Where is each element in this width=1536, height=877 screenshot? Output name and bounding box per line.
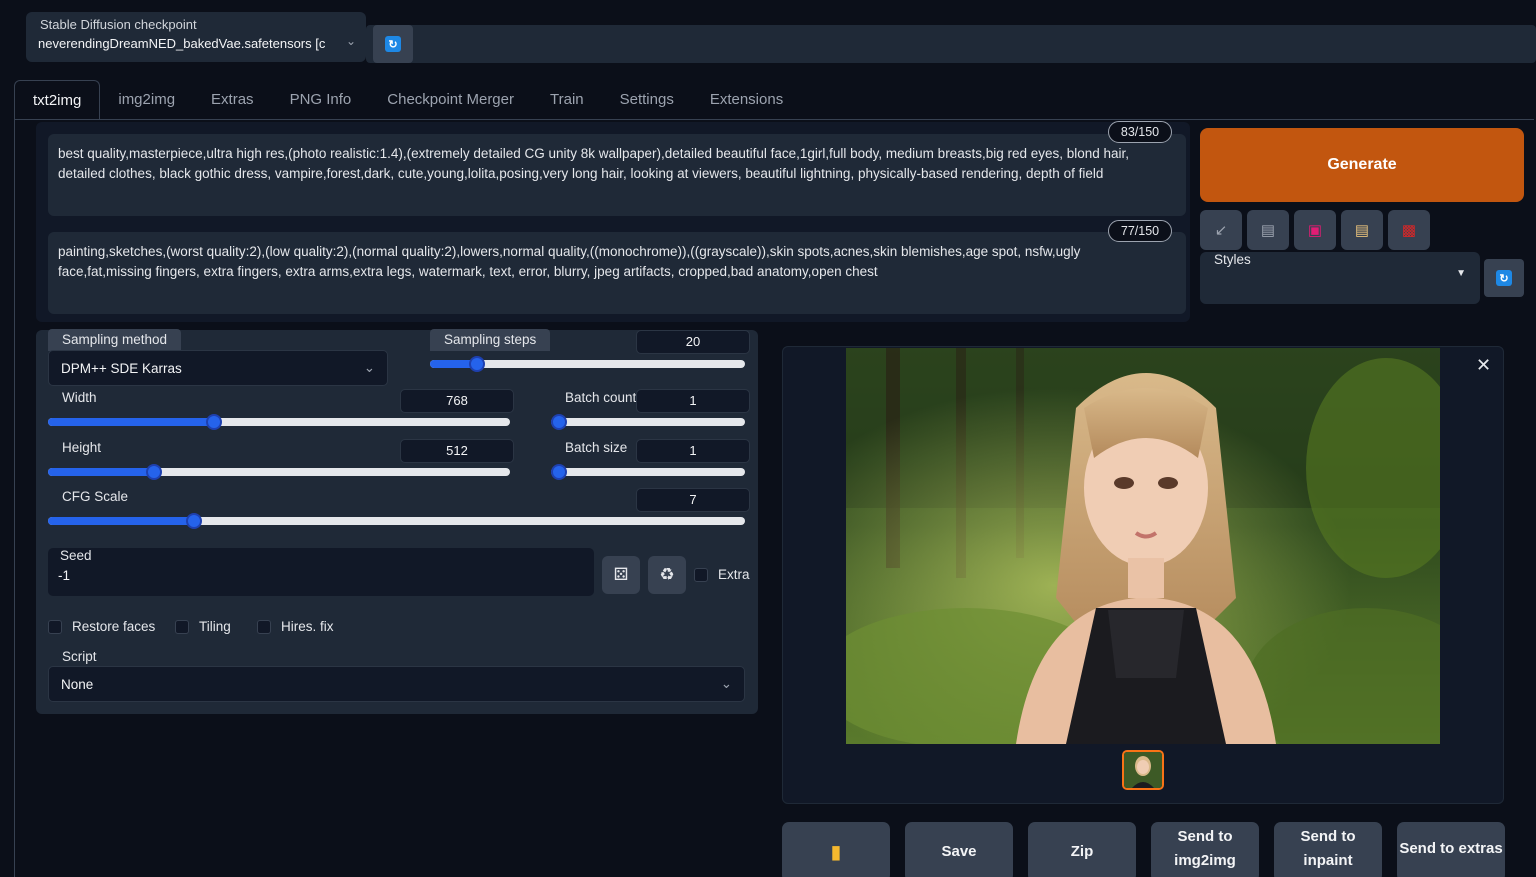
hires-fix-checkbox[interactable] bbox=[257, 620, 271, 634]
batch-size-label: Batch size bbox=[565, 440, 628, 455]
save-style-button[interactable]: ▩ bbox=[1388, 210, 1430, 250]
topbar-strip bbox=[366, 25, 1536, 63]
batch-size-slider[interactable] bbox=[550, 464, 745, 480]
card-icon: ▣ bbox=[1307, 222, 1323, 239]
refresh-icon: ↻ bbox=[385, 36, 401, 52]
chevron-down-icon: ⌄ bbox=[363, 360, 375, 375]
height-label: Height bbox=[62, 440, 102, 455]
slider-thumb[interactable] bbox=[550, 414, 567, 430]
seed-label: Seed bbox=[60, 548, 92, 563]
top-bar: Stable Diffusion checkpoint neverendingD… bbox=[0, 0, 1536, 70]
dice-icon: ⚄ bbox=[613, 565, 629, 584]
tab-checkpoint-merger[interactable]: Checkpoint Merger bbox=[369, 80, 532, 120]
zip-button[interactable]: Zip bbox=[1028, 822, 1136, 877]
floppy-disk-icon: ▩ bbox=[1401, 222, 1417, 239]
folder-icon: ▮ bbox=[831, 842, 841, 862]
cfg-scale-label: CFG Scale bbox=[62, 489, 129, 504]
sampling-method-label: Sampling method bbox=[48, 329, 182, 351]
arrow-icon: ↙ bbox=[1214, 222, 1228, 239]
apply-style-button[interactable]: ▤ bbox=[1341, 210, 1383, 250]
checkpoint-value: neverendingDreamNED_bakedVae.safetensors… bbox=[38, 36, 326, 51]
height-input[interactable]: 512 bbox=[400, 439, 514, 463]
batch-count-input[interactable]: 1 bbox=[636, 389, 750, 413]
batch-count-slider[interactable] bbox=[550, 414, 745, 430]
tab-settings[interactable]: Settings bbox=[602, 80, 692, 120]
reuse-seed-button[interactable]: ♻ bbox=[648, 556, 686, 594]
sampling-steps-label: Sampling steps bbox=[430, 329, 551, 351]
negative-prompt-input[interactable]: painting,sketches,(worst quality:2),(low… bbox=[48, 232, 1186, 314]
tab-bar: txt2img img2img Extras PNG Info Checkpoi… bbox=[14, 80, 801, 120]
restore-faces-label: Restore faces bbox=[72, 619, 156, 634]
random-seed-button[interactable]: ⚄ bbox=[602, 556, 640, 594]
seed-input[interactable]: Seed -1 bbox=[48, 548, 594, 596]
gallery-thumbnail[interactable] bbox=[1122, 750, 1164, 790]
sampling-method-value: DPM++ SDE Karras bbox=[61, 360, 182, 376]
prompt-token-counter: 83/150 bbox=[1108, 121, 1172, 143]
generate-button[interactable]: Generate bbox=[1200, 128, 1524, 202]
tab-txt2img[interactable]: txt2img bbox=[14, 80, 101, 120]
tab-extras[interactable]: Extras bbox=[193, 80, 272, 120]
height-slider[interactable] bbox=[48, 464, 510, 480]
extra-seed-label: Extra bbox=[718, 567, 750, 582]
sampling-method-dropdown[interactable]: DPM++ SDE Karras ⌄ bbox=[48, 350, 388, 386]
close-icon[interactable]: ✕ bbox=[1476, 355, 1491, 376]
caret-down-icon: ▼ bbox=[1456, 268, 1466, 279]
panel-border bbox=[14, 119, 15, 877]
tab-train[interactable]: Train bbox=[532, 80, 602, 120]
show-extra-networks-button[interactable]: ▣ bbox=[1294, 210, 1336, 250]
send-to-extras-button[interactable]: Send to extras bbox=[1397, 822, 1505, 877]
tab-divider bbox=[14, 119, 1534, 120]
extra-seed-checkbox[interactable] bbox=[694, 568, 708, 582]
tiling-checkbox[interactable] bbox=[175, 620, 189, 634]
chevron-down-icon: ⌄ bbox=[720, 676, 732, 691]
thumbnail-picture bbox=[1124, 752, 1162, 788]
styles-label: Styles bbox=[1214, 252, 1251, 267]
sampling-steps-slider[interactable] bbox=[430, 356, 745, 372]
cfg-scale-slider[interactable] bbox=[48, 513, 745, 529]
tiling-label: Tiling bbox=[199, 619, 231, 634]
negative-prompt-token-counter: 77/150 bbox=[1108, 220, 1172, 242]
script-dropdown[interactable]: None ⌄ bbox=[48, 666, 745, 702]
refresh-styles-button[interactable]: ↻ bbox=[1484, 259, 1524, 297]
seed-value: -1 bbox=[58, 568, 71, 583]
width-slider[interactable] bbox=[48, 414, 510, 430]
styles-dropdown[interactable]: Styles ▼ bbox=[1200, 252, 1480, 304]
refresh-icon: ↻ bbox=[1496, 270, 1512, 286]
send-to-inpaint-button[interactable]: Send to inpaint bbox=[1274, 822, 1382, 877]
refresh-checkpoint-button[interactable]: ↻ bbox=[373, 25, 413, 63]
chevron-down-icon: ⌄ bbox=[345, 34, 356, 48]
restore-faces-checkbox[interactable] bbox=[48, 620, 62, 634]
hires-fix-label: Hires. fix bbox=[281, 619, 334, 634]
sampling-steps-input[interactable]: 20 bbox=[636, 330, 750, 354]
prompt-input[interactable]: best quality,masterpiece,ultra high res,… bbox=[48, 134, 1186, 216]
script-value: None bbox=[61, 676, 94, 692]
checkpoint-label: Stable Diffusion checkpoint bbox=[40, 17, 197, 32]
width-label: Width bbox=[62, 390, 97, 405]
slider-thumb[interactable] bbox=[550, 464, 567, 480]
width-input[interactable]: 768 bbox=[400, 389, 514, 413]
cfg-scale-input[interactable]: 7 bbox=[636, 488, 750, 512]
open-folder-button[interactable]: ▮ bbox=[782, 822, 890, 877]
clipboard-icon: ▤ bbox=[1354, 222, 1370, 239]
generated-image-picture bbox=[846, 348, 1440, 744]
tab-png-info[interactable]: PNG Info bbox=[272, 80, 370, 120]
clear-prompt-button[interactable]: ▤ bbox=[1247, 210, 1289, 250]
script-label: Script bbox=[62, 649, 97, 664]
tab-extensions[interactable]: Extensions bbox=[692, 80, 801, 120]
recycle-icon: ♻ bbox=[659, 565, 675, 584]
send-to-img2img-button[interactable]: Send to img2img bbox=[1151, 822, 1259, 877]
tab-img2img[interactable]: img2img bbox=[100, 80, 193, 120]
trash-icon: ▤ bbox=[1260, 222, 1276, 239]
batch-size-input[interactable]: 1 bbox=[636, 439, 750, 463]
read-params-button[interactable]: ↙ bbox=[1200, 210, 1242, 250]
checkpoint-dropdown[interactable]: Stable Diffusion checkpoint neverendingD… bbox=[26, 12, 366, 62]
save-button[interactable]: Save bbox=[905, 822, 1013, 877]
generated-image[interactable] bbox=[846, 348, 1440, 744]
